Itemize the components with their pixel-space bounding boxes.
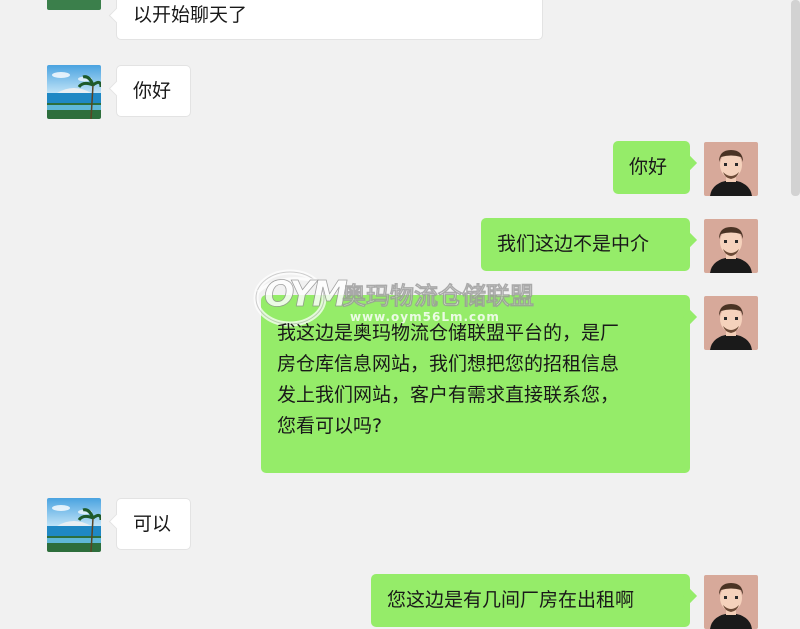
message-bubble-outgoing[interactable]: 我们这边不是中介: [481, 218, 690, 271]
contact-avatar[interactable]: [47, 498, 101, 552]
message-text: 可以: [133, 513, 172, 535]
message-text: 以开始聊天了: [133, 4, 248, 26]
beach-avatar-icon: [47, 65, 101, 119]
contact-avatar[interactable]: [47, 65, 101, 119]
message-bubble-incoming[interactable]: 可以: [116, 498, 191, 550]
contact-avatar[interactable]: [47, 0, 101, 10]
beach-avatar-icon: [47, 498, 101, 552]
beach-avatar-icon: [47, 0, 101, 10]
message-text: 你好: [133, 80, 172, 102]
message-line: 您看可以吗?: [277, 415, 383, 437]
user-avatar[interactable]: [704, 142, 758, 196]
user-avatar[interactable]: [704, 219, 758, 273]
message-line: 发上我们网站，客户有需求直接联系您，: [277, 384, 620, 406]
man-avatar-icon: [704, 142, 758, 196]
man-avatar-icon: [704, 219, 758, 273]
man-avatar-icon: [704, 575, 758, 629]
message-line: 我这边是奥玛物流仓储联盟平台的，是厂: [277, 322, 620, 344]
man-avatar-icon: [704, 296, 758, 350]
message-line: 房仓库信息网站，我们想把您的招租信息: [277, 353, 620, 375]
user-avatar[interactable]: [704, 575, 758, 629]
message-bubble-outgoing[interactable]: 你好: [613, 141, 690, 194]
chat-area: 以开始聊天了 你好 你好 我们这边不是中介 我这边是奥玛物流仓储联盟平台的，是厂…: [0, 0, 800, 629]
message-bubble-outgoing[interactable]: 您这边是有几间厂房在出租啊: [371, 574, 690, 627]
message-bubble-incoming[interactable]: 以开始聊天了: [116, 0, 543, 40]
scrollbar-thumb[interactable]: [791, 0, 800, 196]
user-avatar[interactable]: [704, 296, 758, 350]
message-text: 您这边是有几间厂房在出租啊: [387, 589, 635, 611]
message-bubble-incoming[interactable]: 你好: [116, 65, 191, 117]
message-bubble-outgoing[interactable]: 我这边是奥玛物流仓储联盟平台的，是厂 房仓库信息网站，我们想把您的招租信息 发上…: [261, 295, 690, 473]
message-text: 你好: [629, 156, 668, 178]
message-text: 我们这边不是中介: [497, 233, 650, 255]
